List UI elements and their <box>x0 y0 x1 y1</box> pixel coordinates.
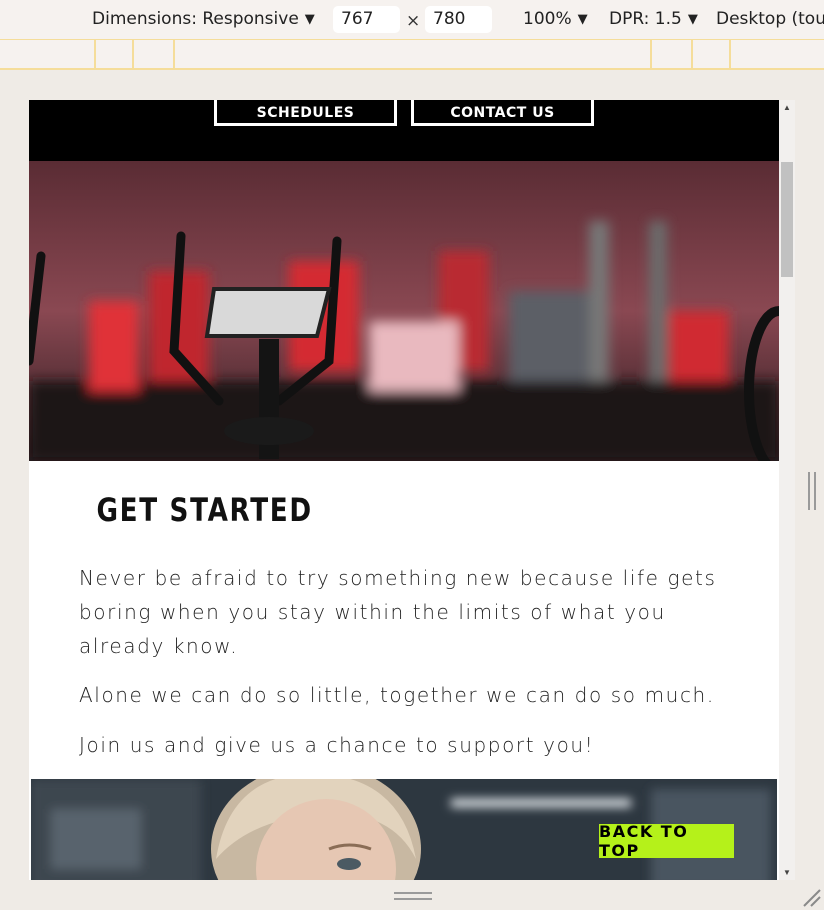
caret-down-icon: ▼ <box>577 12 588 27</box>
contact-us-button[interactable]: CONTACT US <box>411 100 594 126</box>
scroll-down-icon[interactable]: ▼ <box>783 868 791 877</box>
dpr-dropdown[interactable]: DPR: 1.5 ▼ <box>609 9 698 29</box>
media-query-marker[interactable] <box>94 40 96 68</box>
site-nav: SCHEDULES CONTACT US <box>29 100 779 161</box>
media-query-marker[interactable] <box>691 40 693 68</box>
dimensions-label: Dimensions: Responsive <box>92 9 299 29</box>
height-input[interactable]: 780 <box>425 6 492 33</box>
schedules-button[interactable]: SCHEDULES <box>214 100 397 126</box>
scroll-up-icon[interactable]: ▲ <box>783 103 791 112</box>
width-input[interactable]: 767 <box>333 6 400 33</box>
back-to-top-button[interactable]: BACK TO TOP <box>599 822 734 860</box>
dimensions-dropdown[interactable]: Dimensions: Responsive ▼ <box>92 9 315 29</box>
zoom-dropdown[interactable]: 100% ▼ <box>523 9 588 29</box>
height-resize-handle[interactable] <box>394 892 432 900</box>
resize-handle-icon[interactable] <box>800 886 822 908</box>
paragraph-intro: Never be afraid to try something new bec… <box>79 566 717 658</box>
emulated-viewport: SCHEDULES CONTACT US GET STARTED Never b… <box>29 100 779 880</box>
media-query-marker[interactable] <box>650 40 652 68</box>
zoom-label: 100% <box>523 9 572 29</box>
width-resize-handle[interactable] <box>808 472 816 510</box>
media-query-marker[interactable] <box>729 40 731 68</box>
paragraph-together: Alone we can do so little, together we c… <box>79 683 715 707</box>
media-query-bar[interactable] <box>0 40 824 70</box>
section-title: GET STARTED <box>96 491 313 529</box>
media-query-marker[interactable] <box>132 40 134 68</box>
gym-elliptical-photo <box>29 161 779 461</box>
device-toolbar: Dimensions: Responsive ▼ 767 × 780 100% ▼ … <box>0 0 824 40</box>
viewport-scrollbar[interactable]: ▲ ▼ <box>779 100 795 880</box>
caret-down-icon: ▼ <box>304 12 315 27</box>
device-mode-dropdown[interactable]: Desktop (touc <box>716 9 824 29</box>
scrollbar-thumb[interactable] <box>781 162 793 277</box>
dpr-label: DPR: 1.5 <box>609 9 682 29</box>
hero-image <box>29 161 779 461</box>
paragraph-join: Join us and give us a chance to support … <box>79 733 595 757</box>
dimension-separator: × <box>406 11 421 31</box>
media-query-marker[interactable] <box>173 40 175 68</box>
device-mode-label: Desktop (touc <box>716 9 824 29</box>
caret-down-icon: ▼ <box>687 12 698 27</box>
